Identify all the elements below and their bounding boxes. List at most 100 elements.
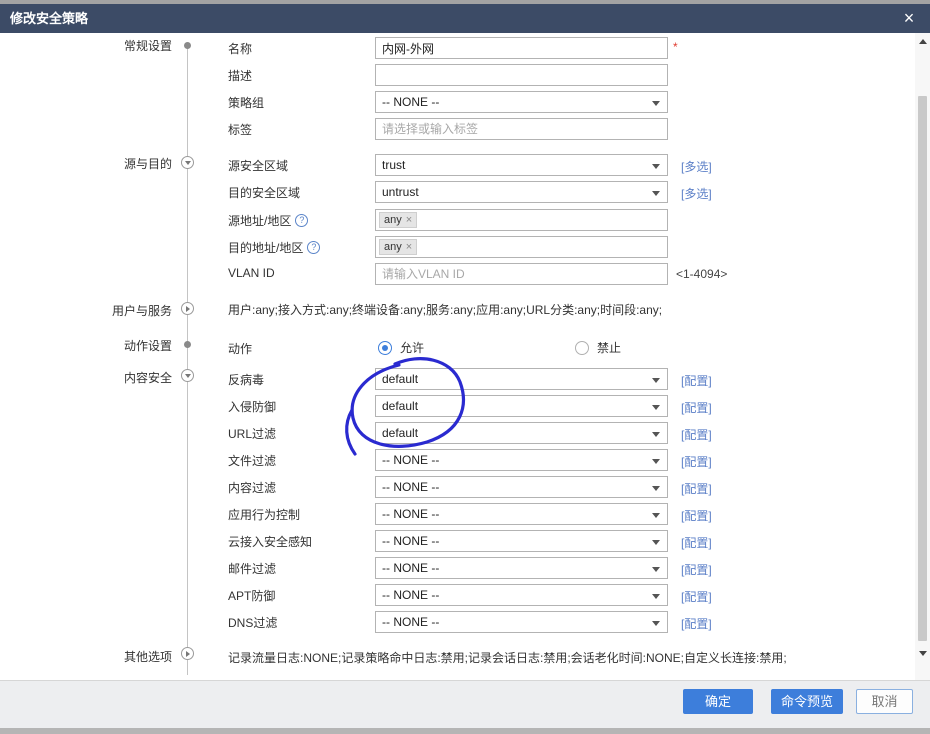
section-label-user-service: 用户与服务	[10, 303, 172, 319]
action-row: 动作 允许 禁止	[0, 337, 930, 361]
chevron-down-icon	[652, 486, 660, 491]
url-filter-label: URL过滤	[228, 425, 276, 442]
mail-filter-row: 邮件过滤 -- NONE -- [配置]	[0, 557, 930, 581]
configure-link[interactable]: [配置]	[681, 534, 712, 551]
content-filter-label: 内容过滤	[228, 479, 276, 496]
content-filter-select[interactable]: -- NONE --	[375, 476, 668, 498]
file-filter-row: 文件过滤 -- NONE -- [配置]	[0, 449, 930, 473]
chevron-right-icon	[186, 306, 190, 312]
chevron-down-icon	[652, 621, 660, 626]
dst-zone-select[interactable]: untrust	[375, 181, 668, 203]
help-icon[interactable]: ?	[295, 214, 308, 227]
scroll-down-icon[interactable]	[919, 651, 927, 656]
configure-link[interactable]: [配置]	[681, 507, 712, 524]
antivirus-row: 反病毒 default [配置]	[0, 368, 930, 392]
address-chip: any ×	[379, 212, 417, 228]
url-filter-select[interactable]: default	[375, 422, 668, 444]
file-filter-select[interactable]: -- NONE --	[375, 449, 668, 471]
scroll-up-icon[interactable]	[919, 39, 927, 44]
chip-label: any	[384, 214, 402, 226]
scrollbar-thumb[interactable]	[918, 96, 927, 641]
name-input[interactable]	[375, 37, 668, 59]
chevron-down-icon	[652, 405, 660, 410]
src-address-label: 源地址/地区 ?	[228, 212, 308, 229]
dialog-title: 修改安全策略	[10, 4, 88, 33]
ips-row: 入侵防御 default [配置]	[0, 395, 930, 419]
configure-link[interactable]: [配置]	[681, 615, 712, 632]
dst-zone-label: 目的安全区域	[228, 184, 300, 201]
cancel-button[interactable]: 取消	[856, 689, 913, 714]
window-bottom-strip	[0, 728, 930, 734]
dns-filter-row: DNS过滤 -- NONE -- [配置]	[0, 611, 930, 635]
command-preview-button[interactable]: 命令预览	[771, 689, 843, 714]
selected-value: trust	[382, 158, 405, 172]
ok-button[interactable]: 确定	[683, 689, 753, 714]
dst-address-row: 目的地址/地区 ? any ×	[0, 236, 930, 260]
chevron-down-icon	[652, 540, 660, 545]
chevron-down-icon	[652, 164, 660, 169]
vlan-input[interactable]	[375, 263, 668, 285]
src-address-input[interactable]: any ×	[375, 209, 668, 231]
allow-radio[interactable]: 允许	[378, 339, 424, 356]
selected-value: -- NONE --	[382, 561, 439, 575]
app-behavior-select[interactable]: -- NONE --	[375, 503, 668, 525]
policy-group-row: 策略组 -- NONE --	[0, 91, 930, 115]
selected-value: untrust	[382, 185, 419, 199]
chip-label: any	[384, 241, 402, 253]
selected-value: -- NONE --	[382, 615, 439, 629]
selected-value: -- NONE --	[382, 453, 439, 467]
configure-link[interactable]: [配置]	[681, 480, 712, 497]
help-icon[interactable]: ?	[307, 241, 320, 254]
configure-link[interactable]: [配置]	[681, 399, 712, 416]
src-zone-row: 源安全区域 trust [多选]	[0, 154, 930, 178]
expand-toggle-user-service[interactable]	[181, 302, 194, 315]
src-zone-multiselect-link[interactable]: [多选]	[681, 158, 712, 175]
selected-value: -- NONE --	[382, 534, 439, 548]
apt-defense-row: APT防御 -- NONE -- [配置]	[0, 584, 930, 608]
close-icon[interactable]: ×	[898, 7, 920, 29]
policy-group-label: 策略组	[228, 94, 264, 111]
action-label: 动作	[228, 340, 252, 357]
other-options-summary: 记录流量日志:NONE;记录策略命中日志:禁用;记录会话日志:禁用;会话老化时间…	[228, 649, 787, 666]
description-row: 描述	[0, 64, 930, 88]
selected-value: default	[382, 426, 418, 440]
policy-group-select[interactable]: -- NONE --	[375, 91, 668, 113]
configure-link[interactable]: [配置]	[681, 561, 712, 578]
dialog-body: 常规设置 源与目的 用户与服务 动作设置 内容安全 其他选项 名称 * 描述 策…	[0, 33, 930, 680]
dns-filter-select[interactable]: -- NONE --	[375, 611, 668, 633]
apt-defense-select[interactable]: -- NONE --	[375, 584, 668, 606]
chevron-down-icon	[652, 378, 660, 383]
dst-zone-multiselect-link[interactable]: [多选]	[681, 185, 712, 202]
description-label: 描述	[228, 67, 252, 84]
content-filter-row: 内容过滤 -- NONE -- [配置]	[0, 476, 930, 500]
configure-link[interactable]: [配置]	[681, 588, 712, 605]
expand-toggle-other[interactable]	[181, 647, 194, 660]
app-behavior-row: 应用行为控制 -- NONE -- [配置]	[0, 503, 930, 527]
chip-remove-icon[interactable]: ×	[406, 241, 412, 253]
description-input[interactable]	[375, 64, 668, 86]
dst-address-input[interactable]: any ×	[375, 236, 668, 258]
configure-link[interactable]: [配置]	[681, 453, 712, 470]
address-chip: any ×	[379, 239, 417, 255]
tag-input[interactable]	[375, 118, 668, 140]
selected-value: -- NONE --	[382, 95, 439, 109]
ips-select[interactable]: default	[375, 395, 668, 417]
vlan-row: VLAN ID <1-4094>	[0, 263, 930, 287]
configure-link[interactable]: [配置]	[681, 426, 712, 443]
chip-remove-icon[interactable]: ×	[406, 214, 412, 226]
configure-link[interactable]: [配置]	[681, 372, 712, 389]
cloud-access-select[interactable]: -- NONE --	[375, 530, 668, 552]
user-service-summary: 用户:any;接入方式:any;终端设备:any;服务:any;应用:any;U…	[228, 301, 662, 318]
dns-filter-label: DNS过滤	[228, 614, 277, 631]
file-filter-label: 文件过滤	[228, 452, 276, 469]
radio-selected-icon	[378, 341, 392, 355]
antivirus-select[interactable]: default	[375, 368, 668, 390]
src-zone-select[interactable]: trust	[375, 154, 668, 176]
mail-filter-select[interactable]: -- NONE --	[375, 557, 668, 579]
deny-radio-label: 禁止	[597, 339, 621, 356]
ips-label: 入侵防御	[228, 398, 276, 415]
chevron-down-icon	[652, 432, 660, 437]
deny-radio[interactable]: 禁止	[575, 339, 621, 356]
radio-unselected-icon	[575, 341, 589, 355]
dst-zone-row: 目的安全区域 untrust [多选]	[0, 181, 930, 205]
